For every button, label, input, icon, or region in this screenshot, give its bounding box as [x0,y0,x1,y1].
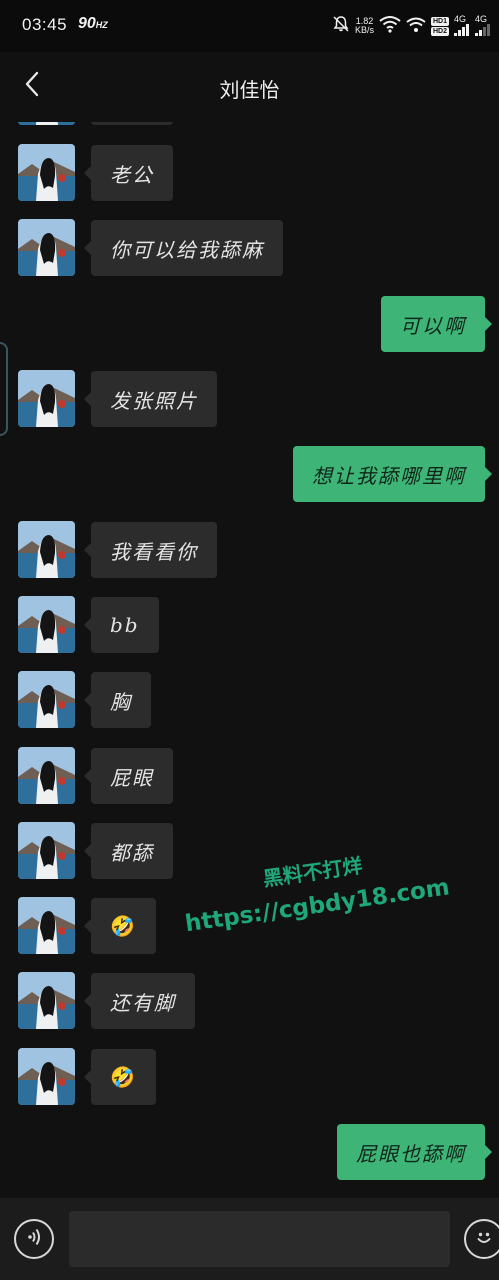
message-row: 发张照片 [0,370,499,428]
refresh-rate-unit: HZ [95,20,108,30]
network-speed: 1.82 KB/s [355,17,374,35]
status-bar: 03:45 90HZ 1.82 KB/s HD1 HD2 4G 4G [0,0,499,52]
network-type-2: 4G [475,13,491,38]
avatar[interactable] [18,671,75,728]
network-type-1-label: 4G [454,13,467,24]
avatar[interactable] [18,972,75,1029]
chat-header: 刘佳怡 [0,52,499,122]
message-bubble[interactable]: bb [84,597,159,653]
message-bubble[interactable]: 都舔 [84,823,173,879]
message-bubble[interactable]: 你可以给我舔麻 [84,220,283,276]
message-bubble[interactable]: 老公 [84,145,173,201]
hd-badges: HD1 HD2 [430,16,449,36]
status-time: 03:45 [22,15,68,34]
voice-icon [23,1226,45,1252]
refresh-rate: 90HZ [78,15,108,33]
message-bubble[interactable]: 🤣 [84,1049,156,1105]
avatar[interactable] [18,1048,75,1105]
message-bubble[interactable]: 想让我舔哪里啊 [293,446,492,502]
refresh-rate-value: 90 [78,15,96,32]
avatar[interactable] [18,144,75,201]
message-input[interactable] [69,1211,450,1267]
network-type-1: 4G [454,13,470,38]
smiley-icon [472,1225,496,1253]
message-row: bb [0,596,499,654]
message-row: 老公 [0,144,499,202]
message-row: 我看看你 [0,521,499,579]
side-drawer-handle[interactable] [0,342,8,436]
hd1-badge: HD1 [430,16,449,26]
signal-bars-icon [454,23,470,38]
message-row: 🤣 [0,1048,499,1106]
message-row: 还有脚 [0,972,499,1030]
input-bar [0,1198,499,1280]
message-bubble[interactable]: 屁眼 [84,748,173,804]
message-bubble[interactable]: 可以啊 [381,296,492,352]
avatar[interactable] [18,822,75,879]
message-bubble[interactable]: 🤣 [84,898,156,954]
message-row: 屁眼也舔啊 [0,1123,499,1181]
message-bubble[interactable]: 发张照片 [84,371,217,427]
message-row: 可以啊 [0,295,499,353]
message-list[interactable]: 老公 你可以给我舔麻 可以啊 发张照片 想让我舔哪里啊 我看看你 bb 胸 屁眼… [0,122,499,1198]
wifi-icon [379,15,401,37]
emoji-button[interactable] [464,1219,499,1259]
signal-bars-icon [475,23,491,38]
network-speed-unit: KB/s [354,25,374,35]
message-bubble[interactable]: 胸 [84,672,151,728]
message-bubble[interactable]: 还有脚 [84,973,195,1029]
status-icons: 1.82 KB/s HD1 HD2 4G 4G [332,12,491,40]
chat-title: 刘佳怡 [219,78,280,102]
message-bubble[interactable]: 屁眼也舔啊 [337,1124,492,1180]
voice-button[interactable] [14,1219,54,1259]
avatar[interactable] [18,747,75,804]
avatar[interactable] [18,122,75,125]
message-row: 胸 [0,671,499,729]
avatar[interactable] [18,897,75,954]
message-row-partial [0,122,499,126]
mute-bell-icon [332,15,350,37]
message-row: 想让我舔哪里啊 [0,445,499,503]
message-row: 你可以给我舔麻 [0,219,499,277]
message-bubble[interactable] [91,122,173,125]
wifi-signal-icon [406,15,426,37]
message-bubble[interactable]: 我看看你 [84,522,217,578]
hd2-badge: HD2 [430,26,449,36]
avatar[interactable] [18,370,75,427]
avatar[interactable] [18,219,75,276]
avatar[interactable] [18,521,75,578]
message-row: 屁眼 [0,747,499,805]
avatar[interactable] [18,596,75,653]
network-type-2-label: 4G [475,13,488,24]
